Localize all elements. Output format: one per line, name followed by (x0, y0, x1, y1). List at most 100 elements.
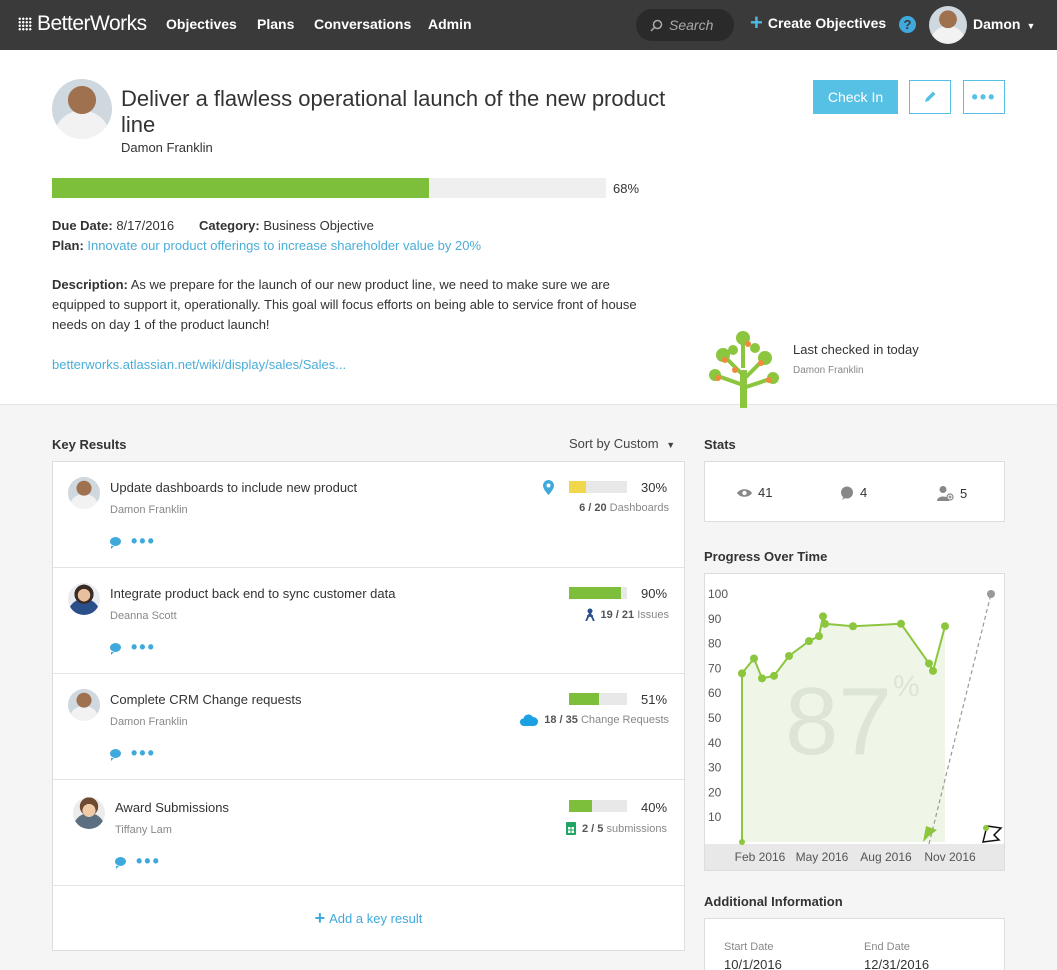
due-date: Due Date: 8/17/2016 (52, 218, 174, 233)
y-tick-label: 60 (708, 686, 722, 700)
y-tick-label: 50 (708, 711, 722, 725)
search-icon (650, 19, 663, 32)
kr-metric-count: 18 / 35 (544, 714, 578, 726)
progress-point (758, 674, 766, 683)
kr-metric: 19 / 21 Issues (584, 608, 669, 621)
end-date-value: 12/31/2016 (864, 957, 930, 970)
description: Description: As we prepare for the launc… (52, 275, 652, 335)
key-results-heading: Key Results (52, 437, 127, 452)
eye-icon (737, 488, 752, 497)
key-result-row[interactable]: Update dashboards to include new product… (53, 462, 684, 568)
add-key-result-label: Add a key result (329, 910, 423, 926)
kr-progress-fill (569, 481, 587, 493)
x-tick-label: Nov 2016 (924, 850, 976, 864)
user-avatar[interactable] (929, 6, 967, 44)
key-result-row[interactable]: Integrate product back end to sync custo… (53, 568, 684, 674)
nav-objectives[interactable]: Objectives (166, 16, 237, 32)
comment-icon[interactable] (110, 748, 121, 761)
kr-percent: 30% (641, 480, 668, 495)
kr-owner-avatar (68, 583, 100, 615)
stats-panel: 41 4 5 (704, 461, 1005, 522)
kr-progress-fill (569, 693, 599, 705)
stat-views: 41 (737, 485, 772, 500)
kr-owner: Damon Franklin (110, 504, 188, 516)
kr-title[interactable]: Complete CRM Change requests (110, 692, 301, 707)
chevron-down-icon: ▼ (1026, 21, 1036, 31)
y-tick-label: 100 (708, 587, 728, 601)
comment-icon[interactable] (115, 856, 126, 869)
nav-plans[interactable]: Plans (257, 16, 294, 32)
create-objectives-button[interactable]: + Create Objectives (750, 12, 886, 34)
x-tick-label: Aug 2016 (860, 850, 912, 864)
logo-grid-icon (18, 17, 32, 31)
progress-point (929, 666, 937, 675)
progress-point (821, 619, 829, 628)
kr-owner: Damon Franklin (110, 716, 188, 728)
app-logo[interactable]: BetterWorks (18, 12, 147, 36)
comment-icon[interactable] (110, 642, 121, 655)
end-date-label: End Date (864, 941, 910, 953)
kr-title[interactable]: Integrate product back end to sync custo… (110, 586, 395, 601)
kr-percent: 90% (641, 586, 668, 601)
sort-dropdown[interactable]: Sort by Custom ▼ (569, 436, 675, 451)
objective-title: Deliver a flawless operational launch of… (121, 86, 666, 137)
key-result-row[interactable]: Award Submissions Tiffany Lam ••• 40% 2 … (53, 780, 684, 886)
sort-label: Sort by Custom (569, 436, 659, 451)
progress-point (925, 659, 933, 668)
user-menu[interactable]: Damon ▼ (973, 16, 1035, 32)
more-dots-icon[interactable]: ••• (131, 532, 156, 550)
kr-title[interactable]: Award Submissions (115, 800, 229, 815)
nav-conversations[interactable]: Conversations (314, 16, 411, 32)
plan-link[interactable]: Innovate our product offerings to increa… (87, 238, 481, 253)
logo-text: BetterWorks (37, 12, 147, 35)
stat-comments-value: 4 (860, 485, 868, 500)
progress-point (983, 825, 989, 831)
key-result-row[interactable]: Complete CRM Change requests Damon Frank… (53, 674, 684, 780)
help-icon[interactable]: ? (899, 16, 916, 33)
more-options-button[interactable]: ••• (963, 80, 1005, 114)
progress-point (941, 622, 949, 631)
edit-button[interactable] (909, 80, 951, 114)
objective-progress-label: 68% (613, 181, 640, 196)
pencil-icon (925, 91, 936, 102)
check-in-button[interactable]: Check In (813, 80, 898, 114)
kr-progress-fill (569, 587, 622, 599)
description-label: Description: (52, 277, 128, 292)
progress-point (897, 619, 905, 628)
stat-comments: 4 (840, 485, 867, 500)
add-key-result-button[interactable]: + Add a key result (53, 886, 684, 950)
jira-icon (584, 608, 595, 621)
progress-point (739, 839, 745, 845)
category-label: Category: (199, 218, 260, 233)
kr-title[interactable]: Update dashboards to include new product (110, 480, 357, 495)
last-checked-text: Last checked in today (793, 342, 919, 357)
progress-point (738, 669, 746, 678)
more-dots-icon[interactable]: ••• (136, 852, 161, 870)
kr-owner: Tiffany Lam (115, 824, 172, 836)
follower-icon (937, 486, 954, 501)
wiki-link[interactable]: betterworks.atlassian.net/wiki/display/s… (52, 357, 346, 372)
comment-icon[interactable] (110, 536, 121, 549)
stat-followers: 5 (937, 485, 967, 501)
due-date-value: 8/17/2016 (116, 218, 175, 233)
chart-watermark: 87 (785, 668, 892, 775)
kr-metric-unit: submissions (606, 822, 667, 835)
start-date-label: Start Date (724, 941, 774, 953)
progress-point (785, 652, 793, 660)
kr-metric: 6 / 20 Dashboards (579, 502, 669, 514)
y-tick-label: 30 (708, 761, 722, 775)
kr-progress-bar (569, 587, 627, 599)
additional-info-heading: Additional Information (704, 894, 843, 909)
more-dots-icon[interactable]: ••• (131, 638, 156, 656)
search-input[interactable]: Search (636, 9, 734, 41)
objective-owner[interactable]: Damon Franklin (121, 140, 213, 155)
kr-progress-bar (569, 481, 627, 493)
plan: Plan: Innovate our product offerings to … (52, 238, 481, 253)
stats-heading: Stats (704, 437, 736, 452)
nav-admin[interactable]: Admin (428, 16, 472, 32)
kr-metric-unit: Issues (637, 608, 669, 621)
more-dots-icon[interactable]: ••• (131, 744, 156, 762)
progress-point (849, 622, 857, 631)
kr-metric-unit: Change Requests (580, 714, 669, 726)
kr-metric-unit: Dashboards (609, 502, 669, 514)
